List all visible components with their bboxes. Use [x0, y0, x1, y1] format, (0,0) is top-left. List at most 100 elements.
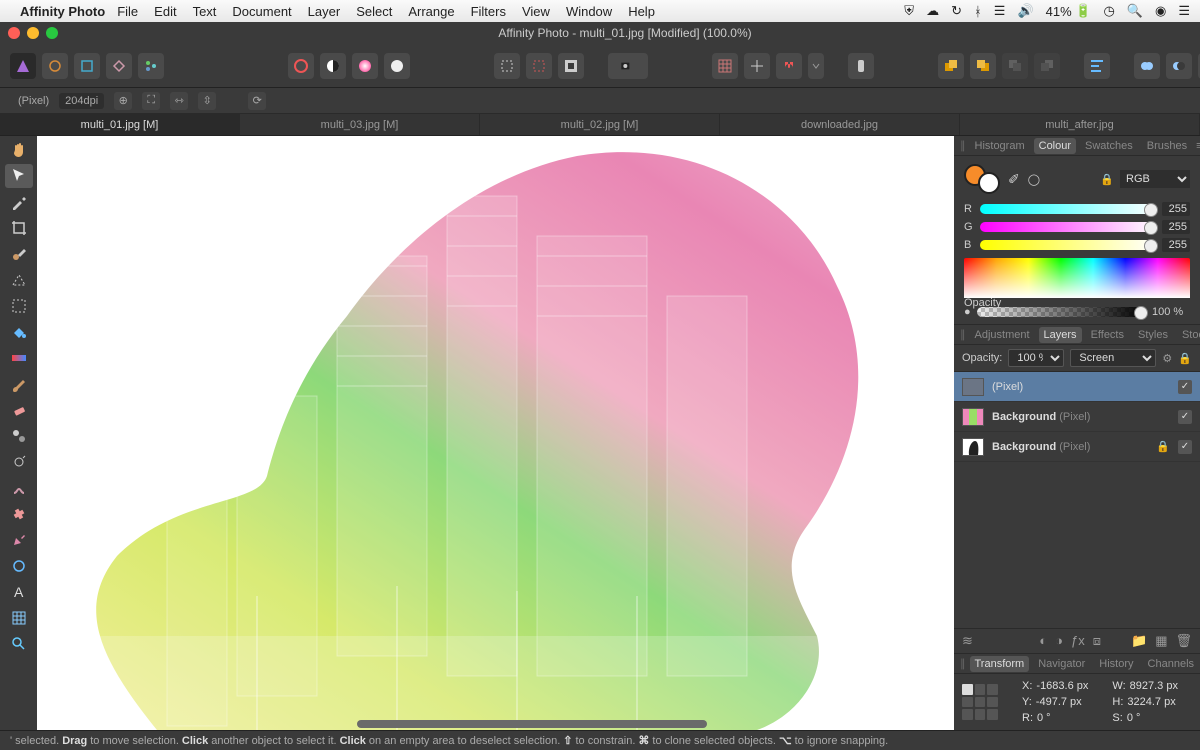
- volume-icon[interactable]: 🔊: [1017, 3, 1033, 19]
- window-minimize-button[interactable]: [27, 27, 39, 39]
- window-zoom-button[interactable]: [46, 27, 58, 39]
- group-layer-icon[interactable]: 📁: [1131, 633, 1147, 649]
- opacity-value[interactable]: 100 %: [1152, 306, 1190, 318]
- notifications-icon[interactable]: ☰: [1178, 3, 1190, 19]
- select-deselect-button[interactable]: [526, 53, 552, 79]
- tab-styles[interactable]: Styles: [1133, 327, 1173, 343]
- persona-export-button[interactable]: [138, 53, 164, 79]
- context-flip-v-icon[interactable]: ⇳: [198, 92, 216, 110]
- transform-s[interactable]: 0 °: [1127, 712, 1141, 724]
- b-slider[interactable]: [980, 240, 1156, 250]
- boolean-subtract-button[interactable]: [1166, 53, 1192, 79]
- tab-stock[interactable]: Stock: [1177, 327, 1200, 343]
- layer-visible-checkbox[interactable]: ✓: [1178, 380, 1192, 394]
- assistant-button[interactable]: [848, 53, 874, 79]
- colour-wells[interactable]: [964, 164, 1000, 194]
- tab-swatches[interactable]: Swatches: [1080, 138, 1138, 154]
- doc-tab-3[interactable]: downloaded.jpg: [720, 114, 960, 135]
- shape-tool[interactable]: [5, 554, 33, 578]
- gamut-button[interactable]: [352, 53, 378, 79]
- grid-button[interactable]: [712, 53, 738, 79]
- delete-layer-icon[interactable]: 🗑: [1175, 633, 1192, 649]
- bluetooth-icon[interactable]: ᚼ: [974, 4, 982, 19]
- context-dpi[interactable]: 204dpi: [59, 93, 104, 109]
- quickmask-button[interactable]: [608, 53, 648, 79]
- select-invert-button[interactable]: [558, 53, 584, 79]
- arrange-backward-button[interactable]: [1002, 53, 1028, 79]
- b-value[interactable]: 255: [1162, 238, 1190, 252]
- tab-transform[interactable]: Transform: [970, 656, 1030, 672]
- erase-brush-tool[interactable]: [5, 398, 33, 422]
- tab-colour[interactable]: Colour: [1034, 138, 1076, 154]
- crop-tool[interactable]: [5, 216, 33, 240]
- fx-icon[interactable]: ƒx: [1071, 633, 1085, 649]
- dodge-brush-tool[interactable]: [5, 450, 33, 474]
- layers-blend-select[interactable]: Screen: [1070, 349, 1156, 367]
- menu-help[interactable]: Help: [628, 4, 655, 19]
- battery-status[interactable]: 41% 🔋: [1046, 3, 1092, 19]
- channels-button[interactable]: [288, 53, 314, 79]
- doc-tab-4[interactable]: multi_after.jpg: [960, 114, 1200, 135]
- select-rect-button[interactable]: [494, 53, 520, 79]
- r-slider[interactable]: [980, 204, 1156, 214]
- persona-tonemap-button[interactable]: [106, 53, 132, 79]
- arrange-front-button[interactable]: [938, 53, 964, 79]
- gear-icon[interactable]: ⚙: [1162, 352, 1172, 365]
- menu-arrange[interactable]: Arrange: [408, 4, 454, 19]
- selection-brush-tool[interactable]: [5, 242, 33, 266]
- persona-liquify-button[interactable]: [42, 53, 68, 79]
- context-scale-icon[interactable]: ⛶: [142, 92, 160, 110]
- lock-layers-icon[interactable]: 🔒: [1178, 352, 1192, 365]
- zoom-tool[interactable]: [5, 632, 33, 656]
- transform-w[interactable]: 8927.3 px: [1130, 680, 1178, 692]
- clock-icon[interactable]: ◷: [1103, 3, 1114, 19]
- boolean-add-button[interactable]: [1134, 53, 1160, 79]
- doc-tab-2[interactable]: multi_02.jpg [M]: [480, 114, 720, 135]
- context-move-icon[interactable]: ⊕: [114, 92, 132, 110]
- spotlight-icon[interactable]: 🔍: [1127, 3, 1143, 19]
- opacity-slider[interactable]: [977, 307, 1146, 317]
- horizontal-scrollbar[interactable]: [357, 720, 707, 728]
- r-value[interactable]: 255: [1162, 202, 1190, 216]
- mesh-warp-tool[interactable]: [5, 606, 33, 630]
- healing-brush-tool[interactable]: [5, 502, 33, 526]
- layer-row[interactable]: Background (Pixel) ✓: [954, 402, 1200, 432]
- colour-picker-tool[interactable]: [5, 190, 33, 214]
- tab-layers[interactable]: Layers: [1039, 327, 1082, 343]
- text-tool[interactable]: A: [5, 580, 33, 604]
- flood-fill-tool[interactable]: [5, 320, 33, 344]
- menu-layer[interactable]: Layer: [308, 4, 341, 19]
- layer-row[interactable]: (Pixel) ✓: [954, 372, 1200, 402]
- app-name[interactable]: Affinity Photo: [20, 4, 105, 19]
- menu-edit[interactable]: Edit: [154, 4, 176, 19]
- eyedropper-icon[interactable]: ✐: [1008, 171, 1020, 188]
- shield-icon[interactable]: ⛨: [904, 3, 914, 19]
- flood-select-tool[interactable]: [5, 268, 33, 292]
- soft-proof-button[interactable]: [384, 53, 410, 79]
- transform-h[interactable]: 3224.7 px: [1127, 696, 1175, 708]
- marquee-tool[interactable]: [5, 294, 33, 318]
- window-close-button[interactable]: [8, 27, 20, 39]
- menu-filters[interactable]: Filters: [471, 4, 506, 19]
- align-button[interactable]: [1084, 53, 1110, 79]
- layers-opacity-select[interactable]: 100 %: [1008, 349, 1064, 367]
- tab-adjustment[interactable]: Adjustment: [970, 327, 1035, 343]
- context-rotate-icon[interactable]: ⟳: [248, 92, 266, 110]
- pen-tool[interactable]: [5, 528, 33, 552]
- menu-select[interactable]: Select: [356, 4, 392, 19]
- menu-text[interactable]: Text: [193, 4, 217, 19]
- halftone-button[interactable]: [320, 53, 346, 79]
- wifi-icon[interactable]: ☰: [994, 3, 1006, 19]
- secondary-colour-well[interactable]: [978, 172, 1000, 194]
- tab-histogram[interactable]: Histogram: [970, 138, 1030, 154]
- colour-mode-select[interactable]: RGB: [1120, 170, 1190, 188]
- layer-row[interactable]: Background (Pixel) 🔒 ✓: [954, 432, 1200, 462]
- siri-icon[interactable]: ◉: [1155, 3, 1166, 19]
- transform-y[interactable]: -497.7 px: [1036, 696, 1082, 708]
- clone-brush-tool[interactable]: [5, 424, 33, 448]
- snap-button[interactable]: [776, 53, 802, 79]
- sync-icon[interactable]: ☁︎: [926, 3, 939, 19]
- tab-channels[interactable]: Channels: [1143, 656, 1199, 672]
- menu-window[interactable]: Window: [566, 4, 612, 19]
- menu-file[interactable]: File: [117, 4, 138, 19]
